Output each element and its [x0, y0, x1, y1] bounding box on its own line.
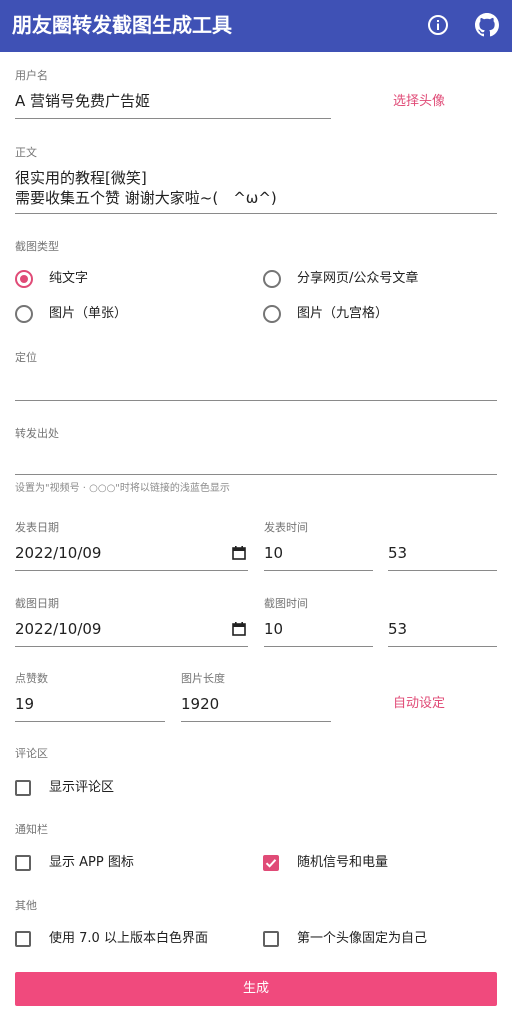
post-date-label: 发表日期 — [15, 521, 59, 534]
post-minute-input[interactable]: 53 — [388, 543, 497, 571]
location-input[interactable] — [15, 373, 497, 401]
radio-single-image[interactable]: 图片（单张） — [15, 305, 127, 323]
checkbox-unchecked-icon — [15, 780, 31, 796]
image-length-input[interactable]: 1920 — [181, 694, 331, 722]
checkbox-label: 第一个头像固定为自己 — [297, 931, 428, 946]
checkmark-icon — [263, 855, 279, 871]
info-icon[interactable] — [425, 12, 451, 38]
checkbox-unchecked-icon — [15, 855, 31, 871]
random-signal-checkbox[interactable]: 随机信号和电量 — [263, 854, 388, 872]
capture-date-input[interactable]: 2022/10/09 — [15, 619, 248, 647]
radio-unselected-icon — [15, 305, 33, 323]
choose-avatar-button[interactable]: 选择头像 — [393, 93, 445, 111]
post-date-input[interactable]: 2022/10/09 — [15, 543, 248, 571]
calendar-icon[interactable] — [232, 546, 246, 560]
username-input[interactable]: A 营销号免费广告姬 — [15, 91, 331, 119]
capture-minute-input[interactable]: 53 — [388, 619, 497, 647]
calendar-icon[interactable] — [232, 622, 246, 636]
capture-hour-input[interactable]: 10 — [264, 619, 373, 647]
github-icon[interactable] — [474, 12, 500, 38]
likes-input[interactable]: 19 — [15, 694, 165, 722]
checkbox-unchecked-icon — [15, 931, 31, 947]
radio-label: 分享网页/公众号文章 — [297, 271, 419, 286]
show-comments-checkbox[interactable]: 显示评论区 — [15, 779, 114, 797]
checkbox-unchecked-icon — [263, 931, 279, 947]
radio-text-only[interactable]: 纯文字 — [15, 270, 88, 288]
location-label: 定位 — [15, 351, 37, 364]
radio-share-webpage[interactable]: 分享网页/公众号文章 — [263, 270, 418, 288]
image-length-label: 图片长度 — [181, 672, 225, 685]
auto-set-button[interactable]: 自动设定 — [393, 695, 445, 713]
capture-date-label: 截图日期 — [15, 597, 59, 610]
body-label: 正文 — [15, 146, 37, 159]
notification-section-label: 通知栏 — [15, 823, 48, 836]
white-ui-checkbox[interactable]: 使用 7.0 以上版本白色界面 — [15, 930, 208, 948]
app-bar: 朋友圈转发截图生成工具 — [0, 0, 512, 52]
forward-source-hint: 设置为"视频号 · ○○○"时将以链接的浅蓝色显示 — [15, 483, 230, 494]
radio-label: 图片（单张） — [49, 306, 128, 321]
forward-source-label: 转发出处 — [15, 427, 59, 440]
other-section-label: 其他 — [15, 899, 37, 912]
checkbox-label: 显示 APP 图标 — [49, 855, 134, 870]
forward-source-input[interactable] — [15, 447, 497, 475]
generate-button[interactable]: 生成 — [15, 972, 497, 1006]
capture-time-label: 截图时间 — [264, 597, 308, 610]
radio-label: 纯文字 — [49, 271, 89, 286]
checkbox-label: 显示评论区 — [49, 780, 115, 795]
post-time-label: 发表时间 — [264, 521, 308, 534]
checkbox-label: 随机信号和电量 — [297, 855, 389, 870]
radio-selected-icon — [15, 270, 33, 288]
likes-label: 点赞数 — [15, 672, 48, 685]
radio-unselected-icon — [263, 305, 281, 323]
username-label: 用户名 — [15, 69, 48, 82]
first-avatar-self-checkbox[interactable]: 第一个头像固定为自己 — [263, 930, 427, 948]
screenshot-type-label: 截图类型 — [15, 240, 59, 253]
body-textarea[interactable]: 很实用的教程[微笑] 需要收集五个赞 谢谢大家啦~( ^ω^) — [15, 168, 497, 214]
post-hour-input[interactable]: 10 — [264, 543, 373, 571]
checkbox-label: 使用 7.0 以上版本白色界面 — [49, 931, 208, 946]
radio-label: 图片（九宫格） — [297, 306, 389, 321]
radio-nine-grid[interactable]: 图片（九宫格） — [263, 305, 388, 323]
radio-unselected-icon — [263, 270, 281, 288]
show-app-icon-checkbox[interactable]: 显示 APP 图标 — [15, 854, 134, 872]
comments-section-label: 评论区 — [15, 747, 48, 760]
app-title: 朋友圈转发截图生成工具 — [12, 13, 232, 37]
